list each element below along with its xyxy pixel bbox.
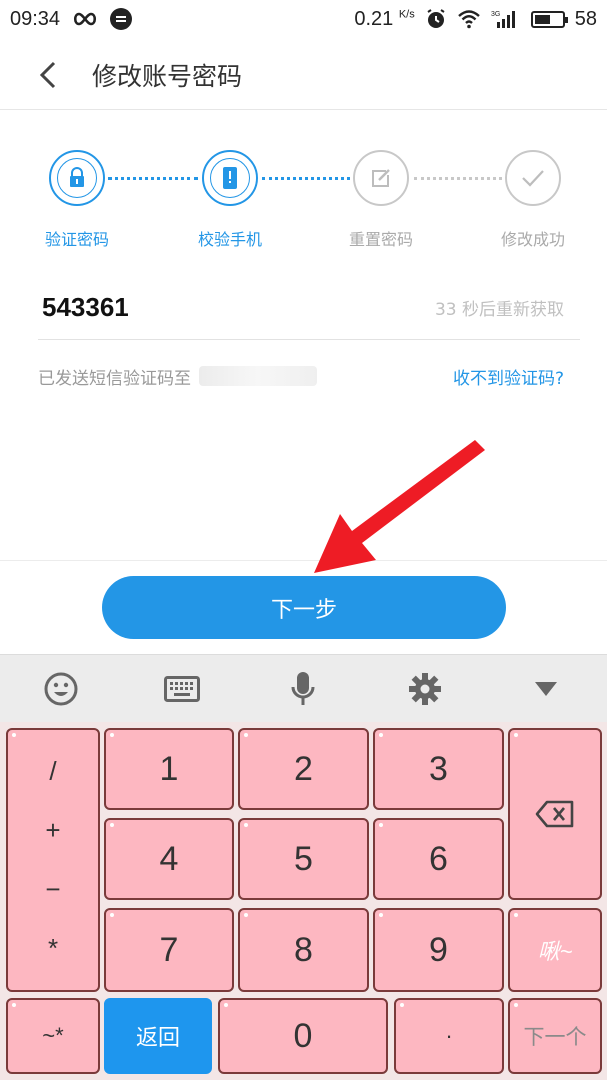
alarm-icon (425, 8, 447, 30)
page-title: 修改账号密码 (92, 61, 243, 91)
check-icon (522, 170, 544, 187)
keyboard-toolbar (0, 654, 607, 722)
key-0[interactable]: 0 (218, 998, 388, 1074)
key-6[interactable]: 6 (373, 818, 504, 900)
step-label: 校验手机 (197, 230, 262, 249)
symbol-minus: − (45, 874, 61, 904)
backspace-key[interactable] (508, 728, 602, 900)
progress-steps: 验证密码 校验手机 重置密码 修改成功 (0, 150, 607, 260)
phone-icon (223, 167, 237, 189)
infinity-icon (72, 12, 98, 26)
next-field-key[interactable]: 下一个 (508, 998, 602, 1074)
edit-icon (372, 169, 390, 187)
key-3[interactable]: 3 (373, 728, 504, 810)
battery-icon (530, 10, 568, 28)
step-success: 修改成功 (478, 150, 588, 250)
back-button[interactable] (28, 55, 68, 95)
step-label: 修改成功 (500, 230, 565, 249)
verification-code-input[interactable]: 543361 (42, 292, 129, 323)
emoticon-key[interactable]: 啾~ (508, 908, 602, 992)
key-4[interactable]: 4 (104, 818, 234, 900)
status-time: 09:34 (10, 7, 61, 30)
symbol-key-column[interactable]: / + − * (6, 728, 100, 992)
network-speed: 0.21 K/s (354, 7, 415, 30)
status-bar: 09:34 0.21 K/s 3G 58 (0, 0, 607, 38)
hide-keyboard-button[interactable] (516, 664, 576, 714)
step-reset-password: 重置密码 (326, 150, 436, 250)
triangle-down-icon (535, 681, 558, 696)
sms-sent-text: 已发送短信验证码至 (38, 368, 191, 389)
step-verify-password: 验证密码 (22, 150, 132, 250)
emoji-icon (44, 672, 78, 705)
microphone-icon (291, 671, 315, 705)
verification-code-row: 543361 33 秒后重新获取 (38, 276, 580, 340)
dot-key[interactable]: · (394, 998, 504, 1074)
no-code-link[interactable]: 收不到验证码? (453, 364, 564, 389)
step-verify-phone: 校验手机 (175, 150, 285, 250)
wifi-icon (457, 9, 481, 29)
sms-sent-row: 已发送短信验证码至 收不到验证码? (38, 356, 580, 396)
key-7[interactable]: 7 (104, 908, 234, 992)
key-1[interactable]: 1 (104, 728, 234, 810)
red-arrow-annotation (314, 440, 485, 573)
backspace-icon (535, 800, 574, 828)
key-2[interactable]: 2 (238, 728, 369, 810)
lock-icon (70, 167, 84, 187)
more-symbols-key[interactable]: ~* (6, 998, 100, 1074)
numeric-keyboard: / + − * 1 2 3 4 5 6 7 8 9 啾~ ~* 返回 0 · 下… (0, 722, 607, 1080)
keyboard-switch-button[interactable] (152, 664, 212, 714)
keyboard-icon (164, 675, 201, 702)
top-app-bar: 修改账号密码 (0, 40, 607, 110)
signal-icon: 3G (491, 9, 521, 29)
symbol-slash: / (49, 756, 57, 786)
key-9[interactable]: 9 (373, 908, 504, 992)
return-key[interactable]: 返回 (104, 998, 212, 1074)
svg-text:3G: 3G (491, 11, 500, 18)
battery-percent: 58 (574, 7, 597, 30)
chevron-left-icon (39, 61, 56, 88)
key-5[interactable]: 5 (238, 818, 369, 900)
message-icon (110, 8, 133, 30)
step-label: 重置密码 (348, 230, 413, 249)
emoji-button[interactable] (31, 664, 91, 714)
step-label: 验证密码 (44, 230, 109, 249)
gear-icon (408, 672, 441, 705)
key-8[interactable]: 8 (238, 908, 369, 992)
keyboard-settings-button[interactable] (395, 664, 455, 714)
symbol-plus: + (45, 815, 61, 845)
voice-input-button[interactable] (273, 664, 333, 714)
masked-phone-number (199, 366, 317, 386)
resend-countdown: 33 秒后重新获取 (434, 300, 564, 320)
symbol-asterisk: * (47, 933, 59, 963)
